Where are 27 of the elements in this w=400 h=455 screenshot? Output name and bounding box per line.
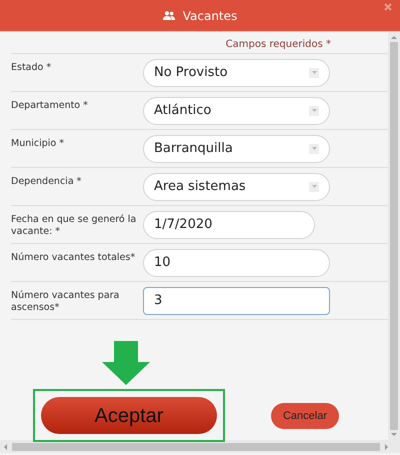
input-field[interactable]: 10 [143,248,330,276]
dropdown[interactable]: Atlántico [143,96,330,124]
caret-icon [312,147,316,150]
arrow-icon [102,341,150,385]
dropdown[interactable]: No Provisto [143,58,330,86]
caret-icon [312,185,316,188]
required-note: Campos requeridos * [226,39,331,50]
horizontal-scrollbar[interactable] [0,440,400,453]
field-label: Número vacantes para ascensos* [11,289,120,315]
cancel-button[interactable]: Cancelar [271,403,339,430]
field-label: Dependencia * [11,175,82,189]
vertical-scrollbar[interactable] [388,32,400,440]
dropdown[interactable]: Area sistemas [143,172,330,200]
close-icon[interactable] [384,3,392,11]
caret-icon [312,109,316,112]
accept-button[interactable]: Aceptar [41,397,217,434]
field-label: Estado * [11,61,52,75]
field-label: Número vacantes totales* [11,251,136,265]
input-field[interactable]: 3 [143,286,330,314]
date-field[interactable]: 1/7/2020 [143,210,315,238]
dropdown[interactable]: Barranquilla [143,134,330,162]
users-icon [162,11,175,20]
field-label: Departamento * [11,99,89,113]
window-title: Vacantes [182,8,238,24]
field-label: Municipio * [11,137,65,151]
caret-icon [312,71,316,74]
field-label: Fecha en que se generó la vacante: * [11,213,138,239]
